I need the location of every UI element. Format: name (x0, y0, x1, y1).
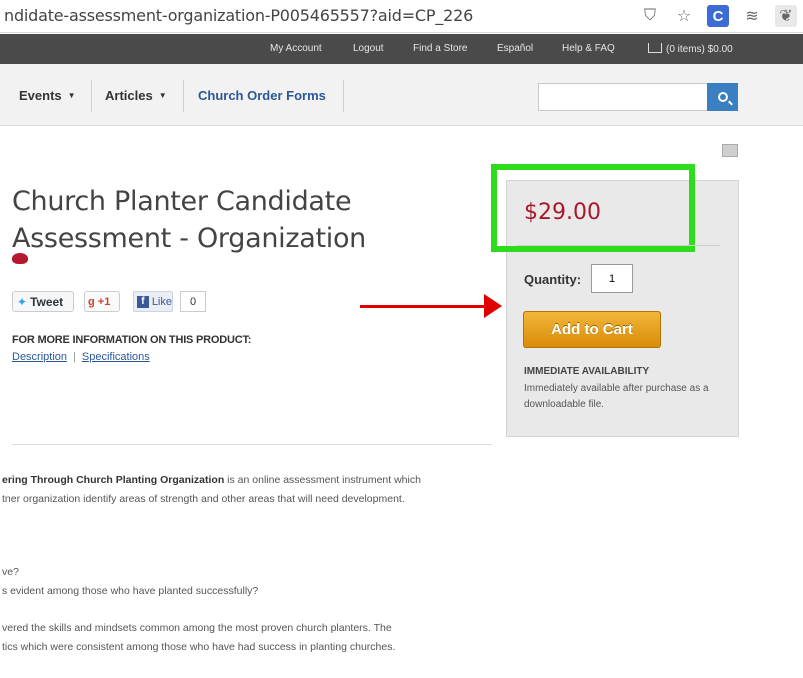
nav-church-order-forms[interactable]: Church Order Forms (198, 88, 326, 103)
description-bold: ering Through Church Planting Organizati… (2, 474, 225, 486)
browser-toolbar-icons: ⛉ ☆ C ≋ ❦ (639, 5, 797, 27)
availability-heading: IMMEDIATE AVAILABILITY (524, 366, 650, 377)
add-to-cart-button[interactable]: Add to Cart (523, 311, 661, 348)
product-title: Church Planter Candidate Assessment - Or… (12, 186, 366, 254)
my-account-link[interactable]: My Account (270, 43, 322, 54)
product-price: $29.00 (524, 200, 601, 225)
brand-logo-icon (12, 253, 28, 264)
facebook-like-count: 0 (180, 291, 206, 312)
c-extension-icon[interactable]: C (707, 5, 729, 27)
caret-down-icon: ▼ (158, 91, 167, 100)
star-icon[interactable]: ☆ (673, 5, 695, 27)
url-text[interactable]: ndidate-assessment-organization-P0054655… (4, 6, 473, 25)
annotation-arrow-shaft (360, 305, 488, 308)
facebook-like-label: Like (151, 295, 172, 308)
main-nav: Events ▼ Articles ▼ Church Order Forms (0, 64, 803, 126)
availability-text: Immediately available after purchase as … (524, 383, 709, 410)
cart-icon (648, 43, 662, 53)
price-divider (517, 245, 720, 246)
twitter-bird-icon: ✦ (17, 294, 28, 309)
google-plus-label: +1 (97, 295, 111, 308)
description-link[interactable]: Description (12, 351, 67, 363)
nav-divider (183, 80, 184, 112)
nav-divider (343, 80, 344, 112)
description-line: ering Through Church Planting Organizati… (2, 474, 421, 486)
facebook-icon: f (137, 295, 149, 308)
description-text: is an online assessment instrument which (224, 474, 421, 486)
nav-divider (91, 80, 92, 112)
nav-articles-label: Articles (105, 88, 153, 103)
link-separator: | (73, 351, 76, 363)
facebook-like-button[interactable]: f Like (133, 291, 173, 312)
quantity-input[interactable] (591, 264, 633, 293)
google-plus-button[interactable]: g +1 (84, 291, 120, 312)
tweet-button[interactable]: ✦ Tweet (12, 291, 74, 312)
evernote-icon[interactable]: ❦ (775, 5, 797, 27)
description-line: tner organization identify areas of stre… (2, 493, 405, 505)
caret-down-icon: ▼ (67, 91, 76, 100)
google-plus-icon: g (88, 295, 95, 308)
buffer-icon[interactable]: ≋ (741, 5, 763, 27)
find-store-link[interactable]: Find a Store (413, 43, 467, 54)
nav-events-label: Events (19, 88, 62, 103)
product-info-links: Description | Specifications (12, 351, 150, 363)
help-faq-link[interactable]: Help & FAQ (562, 43, 615, 54)
description-line: tics which were consistent among those w… (2, 641, 396, 653)
top-utility-nav: My Account Logout Find a Store Español H… (0, 34, 803, 64)
description-line: ve? (2, 566, 19, 578)
section-divider (12, 444, 492, 445)
browser-url-bar[interactable]: ndidate-assessment-organization-P0054655… (0, 0, 803, 33)
tweet-label: Tweet (30, 294, 64, 309)
logout-link[interactable]: Logout (353, 43, 384, 54)
quantity-label: Quantity: (524, 272, 582, 287)
description-line: vered the skills and mindsets common amo… (2, 622, 392, 634)
nav-events[interactable]: Events ▼ (19, 88, 76, 103)
description-line: s evident among those who have planted s… (2, 585, 259, 597)
espanol-link[interactable]: Español (497, 43, 533, 54)
cart-summary: (0 items) $0.00 (666, 44, 733, 55)
more-info-heading: FOR MORE INFORMATION ON THIS PRODUCT: (12, 334, 252, 346)
search-icon (717, 92, 728, 102)
cart-link[interactable]: (0 items) $0.00 (648, 43, 733, 55)
email-icon[interactable] (722, 144, 738, 157)
nav-articles[interactable]: Articles ▼ (105, 88, 167, 103)
search-input[interactable] (538, 83, 708, 111)
annotation-arrow-head (484, 294, 502, 318)
shield-icon[interactable]: ⛉ (639, 5, 661, 27)
specifications-link[interactable]: Specifications (82, 351, 150, 363)
search-button[interactable] (707, 83, 738, 111)
